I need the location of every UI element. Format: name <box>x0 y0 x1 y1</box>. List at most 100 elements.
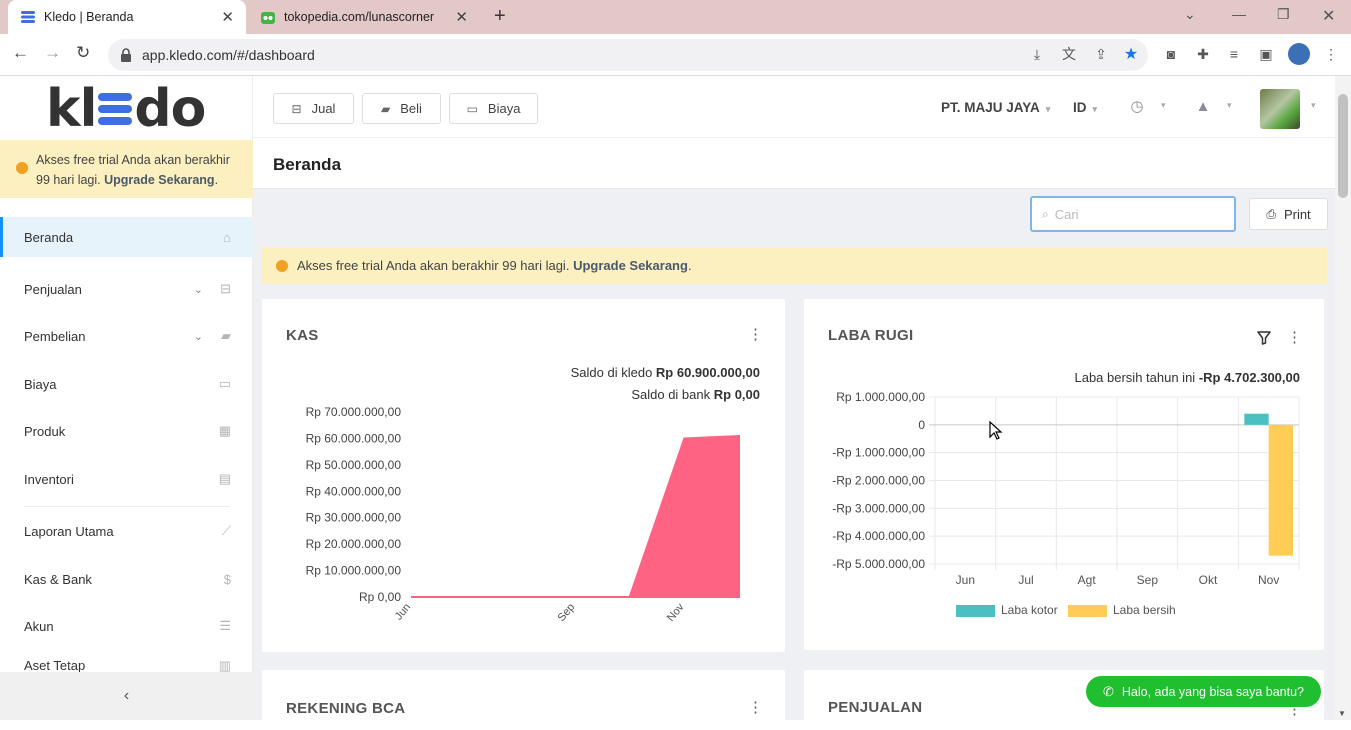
search-input[interactable]: ⌕ Cari <box>1030 196 1236 232</box>
camera-icon[interactable]: ◙ <box>1162 45 1180 63</box>
tab-search-icon[interactable]: ⌄ <box>1184 6 1196 23</box>
close-tab-icon[interactable]: ✕ <box>455 8 468 26</box>
print-button[interactable]: ⎙ Print <box>1249 198 1328 230</box>
y-tick-label: Rp 60.000.000,00 <box>306 431 402 445</box>
profile-avatar-icon[interactable] <box>1288 43 1310 65</box>
restore-icon[interactable]: ❐ <box>1277 6 1290 23</box>
printer-icon: ⎙ <box>1266 206 1276 221</box>
sidebar-item-produk[interactable]: Produk ▦ <box>0 411 253 451</box>
kas-chart[interactable]: Rp 0,00 Rp 10.000.000,00 Rp 20.000.000,00 R… <box>262 299 785 652</box>
sidebar-item-penjualan[interactable]: Penjualan ⌄ ⊟ <box>0 269 253 309</box>
new-tab-icon[interactable]: + <box>494 5 506 28</box>
avatar[interactable] <box>1260 89 1300 129</box>
card-icon: ▭ <box>218 376 231 391</box>
jual-button[interactable]: ⊟ Jual <box>273 93 354 124</box>
sidebar-item-label: Akun <box>24 618 54 634</box>
page-title: Beranda <box>273 155 342 174</box>
sidebar-item-laporan-utama[interactable]: Laporan Utama ⟋ <box>0 511 253 551</box>
language-selector[interactable]: ID ▾ <box>1073 100 1097 115</box>
y-tick-label: -Rp 2.000.000,00 <box>832 474 925 488</box>
share-icon[interactable]: ⇪ <box>1092 45 1110 63</box>
chevron-down-icon: ⌄ <box>193 283 203 296</box>
sidebar-item-akun[interactable]: Akun ☰ <box>0 606 253 646</box>
page-header: Beranda <box>253 138 1335 189</box>
laba-rugi-chart[interactable]: Rp 1.000.000,00 0 -Rp 1.000.000,00 -Rp 2.00… <box>804 299 1324 650</box>
sidebar-item-pembelian[interactable]: Pembelian ⌄ ▰ <box>0 316 253 356</box>
x-tick-label: Jun <box>956 573 975 587</box>
side-panel-icon[interactable]: ▣ <box>1257 45 1275 63</box>
logo-e-bars-icon <box>98 93 133 125</box>
more-options-icon[interactable]: ⋮ <box>748 698 763 716</box>
search-placeholder: Cari <box>1054 206 1079 222</box>
sidebar-item-label: Penjualan <box>24 281 82 297</box>
caret-down-icon: ▾ <box>1311 100 1316 110</box>
whatsapp-icon: ✆ <box>1103 683 1114 699</box>
page-scrollbar[interactable]: ▼ <box>1335 76 1351 720</box>
banner-text: Akses free trial Anda akan berakhir 99 h… <box>297 258 570 273</box>
chevron-left-icon: ‹ <box>123 687 130 704</box>
reload-icon[interactable]: ↻ <box>76 43 90 63</box>
sidebar-item-label: Beranda <box>24 229 74 245</box>
close-tab-icon[interactable]: ✕ <box>221 8 234 26</box>
sidebar-item-kas-bank[interactable]: Kas & Bank $ <box>0 559 253 599</box>
browser-menu-icon[interactable]: ⋮ <box>1322 45 1340 63</box>
sidebar-collapse-button[interactable]: ‹ <box>0 672 253 720</box>
scroll-down-arrow-icon[interactable]: ▼ <box>1338 709 1346 718</box>
address-bar[interactable]: app.kledo.com/#/dashboard <box>108 39 1148 71</box>
sidebar-item-inventori[interactable]: Inventori ▤ <box>0 459 253 499</box>
laba-rugi-card: LABA RUGI ⋮ Laba bersih tahun ini -Rp 4.… <box>804 299 1324 650</box>
browser-tab-bar: Kledo | Beranda ✕ tokopedia.com/lunascor… <box>0 0 1351 34</box>
minimize-icon[interactable]: — <box>1232 6 1246 22</box>
y-tick-label: Rp 1.000.000,00 <box>836 390 925 404</box>
warehouse-icon: ▤ <box>218 471 231 486</box>
translate-icon[interactable]: 文 <box>1060 45 1078 63</box>
whatsapp-help-button[interactable]: ✆ Halo, ada yang bisa saya bantu? <box>1086 676 1321 707</box>
bell-icon[interactable]: ▲ <box>1194 97 1212 115</box>
company-selector[interactable]: PT. MAJU JAYA ▾ <box>941 100 1050 115</box>
y-tick-label: Rp 0,00 <box>359 590 401 604</box>
x-tick-label: Nov <box>665 601 687 624</box>
browser-tab-tokopedia[interactable]: tokopedia.com/lunascorner ✕ <box>248 0 480 34</box>
y-tick-label: -Rp 1.000.000,00 <box>832 446 925 460</box>
clock-icon[interactable]: ◷ <box>1128 97 1146 115</box>
url-text: app.kledo.com/#/dashboard <box>142 47 315 63</box>
beli-button[interactable]: ▰ Beli <box>362 93 441 124</box>
warning-icon <box>276 260 288 272</box>
x-tick-label: Jun <box>393 601 414 622</box>
back-icon[interactable]: ← <box>12 43 29 63</box>
close-window-icon[interactable]: ✕ <box>1322 6 1335 26</box>
legend-label: Laba bersih <box>1113 603 1176 617</box>
biaya-button-label: Biaya <box>487 101 521 116</box>
upgrade-link[interactable]: Upgrade Sekarang <box>104 173 214 187</box>
browser-tab-kledo[interactable]: Kledo | Beranda ✕ <box>8 0 246 34</box>
sidebar-item-label: Inventori <box>24 471 74 487</box>
y-tick-label: -Rp 4.000.000,00 <box>832 529 925 543</box>
reading-list-icon[interactable]: ≡ <box>1225 45 1243 63</box>
caret-down-icon: ▾ <box>1227 100 1232 110</box>
y-tick-label: Rp 40.000.000,00 <box>306 484 402 498</box>
kas-area-series <box>411 435 740 598</box>
basket-icon: ⊟ <box>220 281 231 296</box>
x-tick-label: Okt <box>1199 573 1218 587</box>
kledo-favicon-icon <box>21 11 35 23</box>
sidebar-item-biaya[interactable]: Biaya ▭ <box>0 364 253 404</box>
bar-laba-bersih <box>1268 424 1293 556</box>
y-tick-label: Rp 10.000.000,00 <box>306 564 402 578</box>
install-icon[interactable]: ⤓ <box>1028 45 1046 63</box>
search-icon: ⌕ <box>1042 206 1049 221</box>
bookmark-star-icon[interactable]: ★ <box>1122 45 1140 63</box>
extensions-puzzle-icon[interactable]: ✚ <box>1194 45 1212 63</box>
browser-tab-title: Kledo | Beranda <box>44 10 134 24</box>
scrollbar-thumb[interactable] <box>1338 94 1348 198</box>
upgrade-link[interactable]: Upgrade Sekarang <box>573 258 688 273</box>
y-tick-label: -Rp 5.000.000,00 <box>832 557 925 571</box>
trial-banner: Akses free trial Anda akan berakhir 99 h… <box>261 247 1327 284</box>
sidebar-item-label: Aset Tetap <box>24 658 86 673</box>
kledo-logo[interactable]: kl do <box>46 79 206 139</box>
jual-button-label: Jual <box>311 101 336 116</box>
biaya-button[interactable]: ▭ Biaya <box>449 93 538 124</box>
forward-icon[interactable]: → <box>44 43 61 63</box>
print-label: Print <box>1283 206 1311 222</box>
y-tick-label: Rp 30.000.000,00 <box>306 511 402 525</box>
sidebar-item-beranda[interactable]: Beranda ⌂ <box>0 217 253 257</box>
